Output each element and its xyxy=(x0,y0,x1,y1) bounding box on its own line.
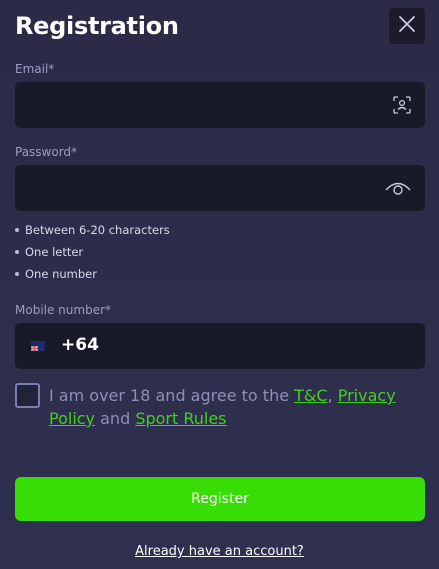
bullet-icon xyxy=(15,250,19,254)
email-field[interactable] xyxy=(15,82,425,128)
page-title: Registration xyxy=(15,12,179,40)
password-rules: Between 6-20 characters One letter One n… xyxy=(15,219,170,285)
face-scan-icon[interactable] xyxy=(393,96,411,114)
close-button[interactable] xyxy=(389,8,425,44)
new-zealand-flag-icon[interactable] xyxy=(31,341,45,351)
terms-text: I am over 18 and agree to the T&C, Priva… xyxy=(49,386,396,428)
sport-rules-link[interactable]: Sport Rules xyxy=(135,409,226,428)
country-code[interactable]: +64 xyxy=(61,335,99,355)
password-rule: One letter xyxy=(15,241,170,263)
password-label: Password* xyxy=(15,145,78,159)
age-terms-checkbox[interactable] xyxy=(15,383,40,408)
tc-link[interactable]: T&C xyxy=(294,386,327,405)
password-rule: Between 6-20 characters xyxy=(15,219,170,241)
email-label: Email* xyxy=(15,62,55,76)
mobile-field[interactable]: +64 xyxy=(15,323,425,369)
register-button[interactable]: Register xyxy=(15,477,425,521)
bullet-icon xyxy=(15,272,19,276)
eye-icon[interactable] xyxy=(385,180,411,196)
password-field[interactable] xyxy=(15,165,425,211)
registration-modal: Registration Email* Password* Between 6-… xyxy=(0,0,439,569)
close-icon xyxy=(397,14,417,38)
bullet-icon xyxy=(15,228,19,232)
login-link[interactable]: Already have an account? xyxy=(0,544,439,559)
password-rule: One number xyxy=(15,263,170,285)
mobile-label: Mobile number* xyxy=(15,303,112,317)
